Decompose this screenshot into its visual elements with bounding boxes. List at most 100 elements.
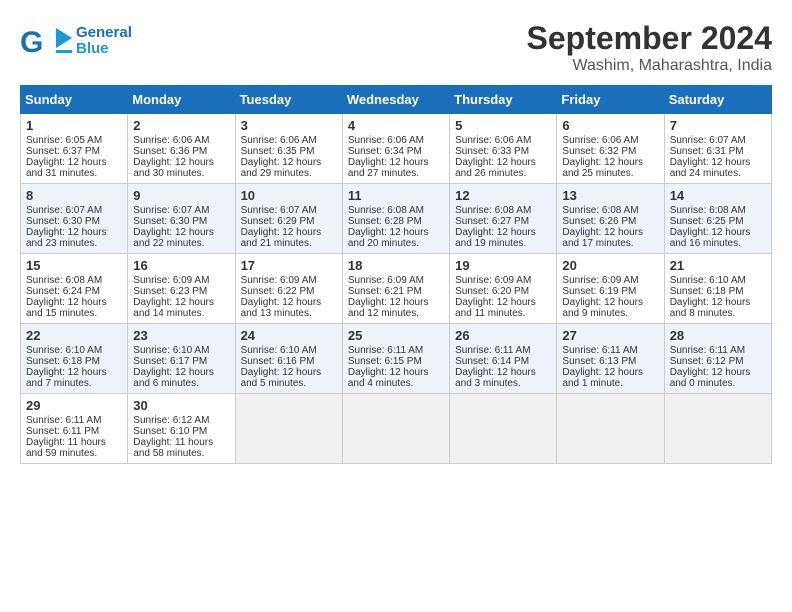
sunset-text: Sunset: 6:32 PM [562,146,636,157]
sunrise-text: Sunrise: 6:08 AM [26,275,102,286]
calendar-cell: 9 Sunrise: 6:07 AM Sunset: 6:30 PM Dayli… [128,184,235,254]
sunrise-text: Sunrise: 6:07 AM [26,205,102,216]
day-number: 17 [241,258,337,273]
calendar-cell: 11 Sunrise: 6:08 AM Sunset: 6:28 PM Dayl… [342,184,449,254]
calendar-cell: 26 Sunrise: 6:11 AM Sunset: 6:14 PM Dayl… [450,324,557,394]
daylight-text: Daylight: 12 hours and 24 minutes. [670,157,751,179]
daylight-text: Daylight: 12 hours and 12 minutes. [348,297,429,319]
sunset-text: Sunset: 6:33 PM [455,146,529,157]
daylight-text: Daylight: 12 hours and 9 minutes. [562,297,643,319]
calendar-cell: 29 Sunrise: 6:11 AM Sunset: 6:11 PM Dayl… [21,394,128,464]
daylight-text: Daylight: 12 hours and 5 minutes. [241,367,322,389]
sunrise-text: Sunrise: 6:06 AM [455,135,531,146]
sunrise-text: Sunrise: 6:10 AM [670,275,746,286]
sunset-text: Sunset: 6:21 PM [348,286,422,297]
daylight-text: Daylight: 12 hours and 25 minutes. [562,157,643,179]
sunrise-text: Sunrise: 6:06 AM [241,135,317,146]
day-number: 30 [133,398,229,413]
sunrise-text: Sunrise: 6:08 AM [562,205,638,216]
calendar-cell: 27 Sunrise: 6:11 AM Sunset: 6:13 PM Dayl… [557,324,664,394]
day-number: 12 [455,188,551,203]
calendar-cell: 16 Sunrise: 6:09 AM Sunset: 6:23 PM Dayl… [128,254,235,324]
calendar-cell [342,394,449,464]
day-number: 8 [26,188,122,203]
sunrise-text: Sunrise: 6:11 AM [348,345,423,356]
day-number: 1 [26,118,122,133]
sunset-text: Sunset: 6:25 PM [670,216,744,227]
sunrise-text: Sunrise: 6:09 AM [133,275,209,286]
sunrise-text: Sunrise: 6:09 AM [348,275,424,286]
day-number: 9 [133,188,229,203]
title-area: September 2024 Washim, Maharashtra, Indi… [527,20,772,75]
sunset-text: Sunset: 6:20 PM [455,286,529,297]
daylight-text: Daylight: 12 hours and 17 minutes. [562,227,643,249]
sunrise-text: Sunrise: 6:06 AM [348,135,424,146]
sunrise-text: Sunrise: 6:11 AM [26,415,101,426]
day-number: 26 [455,328,551,343]
daylight-text: Daylight: 11 hours and 59 minutes. [26,437,106,459]
header-monday: Monday [128,86,235,114]
day-number: 22 [26,328,122,343]
calendar-cell: 1 Sunrise: 6:05 AM Sunset: 6:37 PM Dayli… [21,114,128,184]
daylight-text: Daylight: 12 hours and 27 minutes. [348,157,429,179]
daylight-text: Daylight: 12 hours and 3 minutes. [455,367,536,389]
daylight-text: Daylight: 12 hours and 4 minutes. [348,367,429,389]
sunset-text: Sunset: 6:22 PM [241,286,315,297]
sunrise-text: Sunrise: 6:11 AM [562,345,637,356]
day-number: 10 [241,188,337,203]
calendar-cell: 18 Sunrise: 6:09 AM Sunset: 6:21 PM Dayl… [342,254,449,324]
sunrise-text: Sunrise: 6:09 AM [241,275,317,286]
day-number: 5 [455,118,551,133]
calendar-cell: 22 Sunrise: 6:10 AM Sunset: 6:18 PM Dayl… [21,324,128,394]
daylight-text: Daylight: 12 hours and 23 minutes. [26,227,107,249]
sunrise-text: Sunrise: 6:06 AM [562,135,638,146]
sunset-text: Sunset: 6:13 PM [562,356,636,367]
calendar-cell: 12 Sunrise: 6:08 AM Sunset: 6:27 PM Dayl… [450,184,557,254]
daylight-text: Daylight: 12 hours and 6 minutes. [133,367,214,389]
daylight-text: Daylight: 12 hours and 19 minutes. [455,227,536,249]
header-wednesday: Wednesday [342,86,449,114]
calendar-cell: 19 Sunrise: 6:09 AM Sunset: 6:20 PM Dayl… [450,254,557,324]
daylight-text: Daylight: 12 hours and 16 minutes. [670,227,751,249]
sunrise-text: Sunrise: 6:11 AM [670,345,745,356]
calendar-cell: 23 Sunrise: 6:10 AM Sunset: 6:17 PM Dayl… [128,324,235,394]
svg-text:G: G [20,26,43,59]
sunrise-text: Sunrise: 6:11 AM [455,345,530,356]
calendar-cell: 5 Sunrise: 6:06 AM Sunset: 6:33 PM Dayli… [450,114,557,184]
sunset-text: Sunset: 6:17 PM [133,356,207,367]
logo-general: General [76,25,132,42]
header-thursday: Thursday [450,86,557,114]
daylight-text: Daylight: 12 hours and 20 minutes. [348,227,429,249]
header-friday: Friday [557,86,664,114]
sunset-text: Sunset: 6:37 PM [26,146,100,157]
calendar-week-row: 22 Sunrise: 6:10 AM Sunset: 6:18 PM Dayl… [21,324,772,394]
daylight-text: Daylight: 12 hours and 26 minutes. [455,157,536,179]
daylight-text: Daylight: 12 hours and 21 minutes. [241,227,322,249]
sunset-text: Sunset: 6:30 PM [26,216,100,227]
day-number: 25 [348,328,444,343]
page-title: September 2024 [527,20,772,57]
sunrise-text: Sunrise: 6:07 AM [241,205,317,216]
sunrise-text: Sunrise: 6:05 AM [26,135,102,146]
sunrise-text: Sunrise: 6:10 AM [26,345,102,356]
header-tuesday: Tuesday [235,86,342,114]
daylight-text: Daylight: 12 hours and 8 minutes. [670,297,751,319]
day-number: 18 [348,258,444,273]
calendar-cell: 17 Sunrise: 6:09 AM Sunset: 6:22 PM Dayl… [235,254,342,324]
day-number: 2 [133,118,229,133]
calendar-cell: 6 Sunrise: 6:06 AM Sunset: 6:32 PM Dayli… [557,114,664,184]
daylight-text: Daylight: 12 hours and 11 minutes. [455,297,536,319]
sunset-text: Sunset: 6:27 PM [455,216,529,227]
sunset-text: Sunset: 6:11 PM [26,426,99,437]
page-subtitle: Washim, Maharashtra, India [527,57,772,75]
day-number: 19 [455,258,551,273]
sunset-text: Sunset: 6:23 PM [133,286,207,297]
calendar-cell: 4 Sunrise: 6:06 AM Sunset: 6:34 PM Dayli… [342,114,449,184]
sunset-text: Sunset: 6:16 PM [241,356,315,367]
calendar: Sunday Monday Tuesday Wednesday Thursday… [20,85,772,464]
calendar-cell: 13 Sunrise: 6:08 AM Sunset: 6:26 PM Dayl… [557,184,664,254]
day-number: 20 [562,258,658,273]
day-number: 27 [562,328,658,343]
day-number: 11 [348,188,444,203]
calendar-cell [557,394,664,464]
